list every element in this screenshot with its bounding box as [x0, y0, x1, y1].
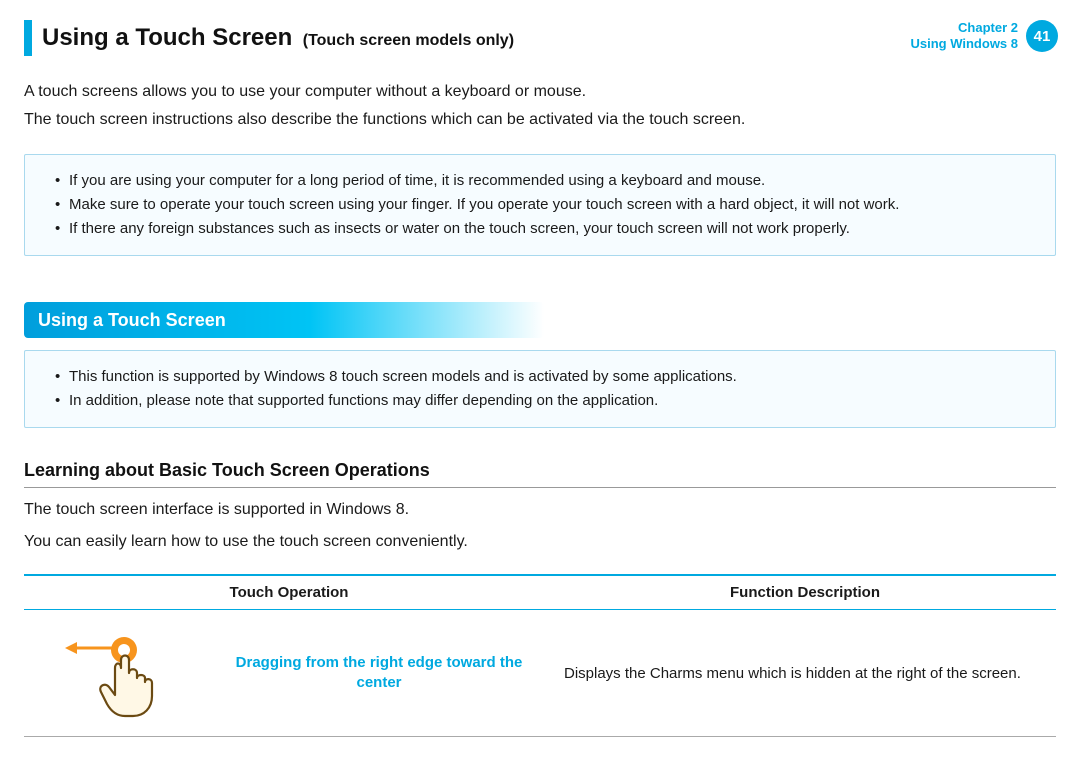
note-item: If there any foreign substances such as …: [55, 217, 1037, 241]
note-item: Make sure to operate your touch screen u…: [55, 193, 1037, 217]
intro-p2: The touch screen instructions also descr…: [24, 108, 1056, 132]
subheading: Learning about Basic Touch Screen Operat…: [24, 460, 1056, 488]
sub-intro-p2: You can easily learn how to use the touc…: [24, 530, 1056, 554]
section-heading: Using a Touch Screen: [24, 302, 544, 338]
page-header: Using a Touch Screen (Touch screen model…: [0, 0, 1080, 64]
table-header-description: Function Description: [554, 575, 1056, 610]
chapter-line1: Chapter 2: [911, 20, 1019, 36]
note-box-top: If you are using your computer for a lon…: [24, 154, 1056, 256]
page-subtitle: (Touch screen models only): [303, 32, 514, 49]
note-box-mid: This function is supported by Windows 8 …: [24, 350, 1056, 428]
page-number-badge: 41: [1026, 20, 1058, 52]
page-title: Using a Touch Screen: [42, 24, 292, 51]
note-item: This function is supported by Windows 8 …: [55, 365, 1037, 389]
chapter-block: Chapter 2 Using Windows 8 41: [911, 20, 1059, 53]
note-item: In addition, please note that supported …: [55, 389, 1037, 413]
description-cell: Displays the Charms menu which is hidden…: [554, 610, 1056, 737]
subheading-text: Learning about Basic Touch Screen Operat…: [24, 460, 1056, 481]
operation-name: Dragging from the right edge toward the …: [214, 653, 544, 694]
intro-p1: A touch screens allows you to use your c…: [24, 80, 1056, 104]
sub-intro-p1: The touch screen interface is supported …: [24, 498, 1056, 522]
gesture-drag-left-icon: [59, 628, 169, 718]
gesture-cell: [24, 610, 204, 737]
intro-text: A touch screens allows you to use your c…: [24, 80, 1056, 132]
chapter-text: Chapter 2 Using Windows 8: [911, 20, 1019, 53]
chapter-line2: Using Windows 8: [911, 36, 1019, 52]
sub-intro: The touch screen interface is supported …: [24, 498, 1056, 554]
title-block: Using a Touch Screen (Touch screen model…: [24, 20, 911, 56]
touch-operations-table: Touch Operation Function Description: [24, 574, 1056, 737]
table-header-operation: Touch Operation: [24, 575, 554, 610]
note-item: If you are using your computer for a lon…: [55, 169, 1037, 193]
operation-cell: Dragging from the right edge toward the …: [204, 610, 554, 737]
table-row: Dragging from the right edge toward the …: [24, 610, 1056, 737]
accent-bar: [24, 20, 32, 56]
